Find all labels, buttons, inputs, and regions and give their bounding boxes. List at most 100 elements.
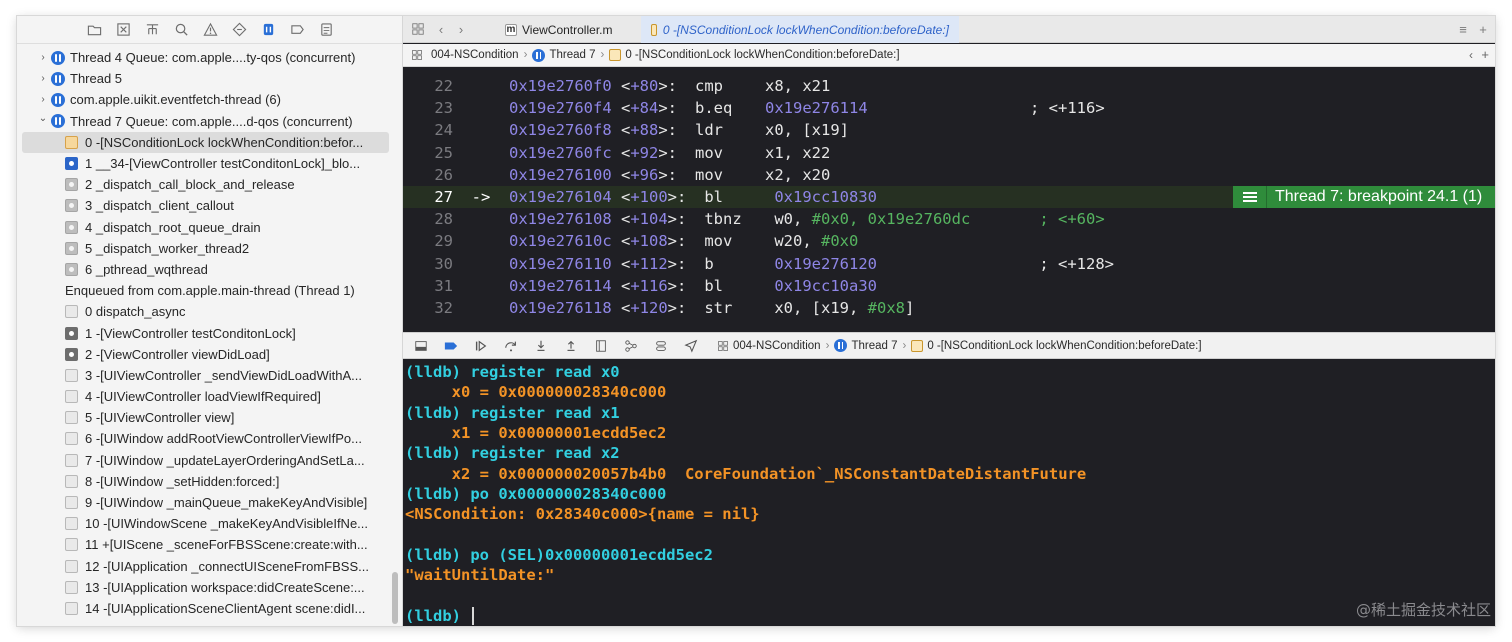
breakpoint-icon[interactable]	[290, 22, 305, 37]
stack-frame-row[interactable]: 13 -[UIApplication workspace:didCreateSc…	[17, 577, 389, 598]
tab-viewcontroller[interactable]: m ViewController.m	[495, 16, 625, 43]
breakpoint-annotation[interactable]: Thread 7: breakpoint 24.1 (1)	[1233, 186, 1495, 209]
environment-overrides-icon[interactable]	[653, 338, 668, 353]
grid-icon[interactable]	[411, 49, 423, 61]
navigator-scrollbar[interactable]	[392, 572, 398, 624]
code-line[interactable]: 30 0x19e276110 < +112 >: b 0x19e276120 ; <+128…	[403, 253, 1495, 275]
code-line[interactable]: 28 0x19e276108 < +104 >: tbnz w0, #0x0, 0x19e…	[403, 208, 1495, 230]
thread-icon	[51, 114, 65, 129]
stack-frame-row[interactable]: 1 __34-[ViewController testConditonLock]…	[17, 153, 389, 174]
hierarchy-icon[interactable]	[145, 22, 160, 37]
warning-icon[interactable]: ‹	[1469, 48, 1473, 62]
disassembly-view[interactable]: 22 0x19e2760f0 < +80 >: cmp x8, x21 23 0x19e276…	[403, 68, 1495, 330]
stack-frame-row[interactable]: 1 -[ViewController testConditonLock]	[17, 322, 389, 343]
stack-frame-row[interactable]: 0 -[NSConditionLock lockWhenCondition:be…	[22, 131, 389, 153]
thread-row[interactable]: › Thread 5	[17, 68, 389, 89]
mnemonic: b	[704, 254, 714, 273]
mnemonic: ldr	[695, 121, 723, 140]
hide-debug-area-icon[interactable]	[413, 338, 428, 353]
code-line[interactable]: 26 0x19e276100 < +96 >: mov x2, x20	[403, 164, 1495, 186]
debug-breadcrumb: 004-NSCondition › Thread 7 › 0 -[NSCondi…	[717, 339, 1202, 352]
jumpbar-thread[interactable]: Thread 7	[549, 49, 595, 61]
code-line[interactable]: 24 0x19e2760f8 < +88 >: ldr x0, [x19]	[403, 119, 1495, 141]
forward-chevron-icon[interactable]: ›	[453, 21, 469, 37]
add-editor-icon[interactable]: +	[1475, 21, 1491, 37]
navigator-toolbar	[17, 16, 402, 44]
stack-frame-row[interactable]: 3 -[UIViewController _sendViewDidLoadWit…	[17, 365, 389, 386]
lldb-prompt: (lldb)	[405, 484, 471, 503]
test-diamond-icon[interactable]	[232, 22, 247, 37]
stack-frame-row[interactable]: 9 -[UIWindow _mainQueue_makeKeyAndVisibl…	[17, 492, 389, 513]
add-icon[interactable]: +	[1481, 47, 1489, 62]
stack-frame-row[interactable]: 8 -[UIWindow _setHidden:forced:]	[17, 471, 389, 492]
editor-options-icon[interactable]: ≡	[1455, 21, 1471, 37]
comment: ; <+60>	[1039, 210, 1105, 229]
offset-open: <	[611, 232, 631, 251]
debugbar-thread[interactable]: Thread 7	[851, 340, 897, 352]
stack-frame-row[interactable]: 6 _pthread_wqthread	[17, 259, 389, 280]
thread-row[interactable]: › Thread 4 Queue: com.apple....ty-qos (co…	[17, 47, 389, 68]
stack-frame-row[interactable]: 5 _dispatch_worker_thread2	[17, 238, 389, 259]
chevron-right-icon[interactable]: ›	[37, 52, 49, 63]
step-out-icon[interactable]	[563, 338, 578, 353]
step-over-icon[interactable]	[503, 338, 518, 353]
debugbar-frame[interactable]: 0 -[NSConditionLock lockWhenCondition:be…	[927, 340, 1201, 352]
offset-close: >:	[658, 165, 677, 184]
grid-icon[interactable]	[410, 21, 426, 37]
thread-icon	[834, 339, 848, 352]
stack-frame-row[interactable]: 14 -[UIApplicationSceneClientAgent scene…	[17, 598, 389, 619]
stack-frame-row[interactable]: 2 -[ViewController viewDidLoad]	[17, 344, 389, 365]
view-hierarchy-icon[interactable]	[593, 338, 608, 353]
stack-frame-row[interactable]: 4 _dispatch_root_queue_drain	[17, 217, 389, 238]
instruction-offset: +80	[630, 77, 659, 96]
breakpoints-toggle-icon[interactable]	[443, 338, 458, 353]
stack-frame-row[interactable]: 7 -[UIWindow _updateLayerOrderingAndSetL…	[17, 450, 389, 471]
console-line: (lldb) register read x1	[405, 403, 620, 423]
source-control-icon[interactable]	[116, 22, 131, 37]
step-into-icon[interactable]	[533, 338, 548, 353]
frame-label: 2 -[ViewController viewDidLoad]	[85, 346, 270, 362]
code-line[interactable]: 32 0x19e276118 < +120 >: str x0, [x19, #0x8]	[403, 297, 1495, 319]
stack-frame-row[interactable]: 12 -[UIApplication _connectUISceneFromFB…	[17, 556, 389, 577]
instruction-offset: +116	[630, 276, 668, 295]
jumpbar-project[interactable]: 004-NSCondition	[431, 49, 519, 61]
thread-label: Thread 4 Queue: com.apple....ty-qos (con…	[70, 50, 356, 66]
stack-frame-row[interactable]: 11 +[UIScene _sceneForFBSScene:create:wi…	[17, 534, 389, 555]
stack-frame-row[interactable]: 10 -[UIWindowScene _makeKeyAndVisibleIfN…	[17, 513, 389, 534]
stack-frame-row[interactable]: 0 dispatch_async	[17, 301, 389, 322]
list-icon[interactable]	[1233, 186, 1267, 209]
warning-icon[interactable]	[202, 22, 218, 37]
chevron-right-icon[interactable]: ›	[37, 94, 49, 105]
code-line[interactable]: 27 -> 0x19e276104 < +100 >: bl 0x19cc10830 Thre…	[403, 186, 1495, 209]
thread-row[interactable]: › com.apple.uikit.eventfetch-thread (6)	[17, 89, 389, 110]
search-icon[interactable]	[174, 22, 189, 37]
folder-icon[interactable]	[87, 22, 102, 37]
stack-frame-row[interactable]: 3 _dispatch_client_callout	[17, 195, 389, 216]
stack-frame-row[interactable]: 6 -[UIWindow addRootViewControllerViewIf…	[17, 428, 389, 449]
jumpbar-frame[interactable]: 0 -[NSConditionLock lockWhenCondition:be…	[625, 49, 899, 61]
code-line[interactable]: 25 0x19e2760fc < +92 >: mov x1, x22	[403, 142, 1495, 164]
stack-frame-row[interactable]: 5 -[UIViewController view]	[17, 407, 389, 428]
debugbar-project[interactable]: 004-NSCondition	[733, 340, 821, 352]
report-icon[interactable]	[319, 22, 334, 37]
code-line[interactable]: 29 0x19e27610c < +108 >: mov w20, #0x0	[403, 230, 1495, 252]
frame-icon	[65, 241, 78, 255]
continue-icon[interactable]	[473, 338, 488, 353]
simulate-location-icon[interactable]	[683, 338, 698, 353]
stack-frame-row[interactable]: 2 _dispatch_call_block_and_release	[17, 174, 389, 195]
chevron-right-icon[interactable]: ›	[37, 73, 49, 84]
tab-disassembly[interactable]: 0 -[NSConditionLock lockWhenCondition:be…	[641, 16, 959, 43]
instruction-offset: +96	[630, 165, 659, 184]
code-line[interactable]: 23 0x19e2760f4 < +84 >: b.eq 0x19e276114 ; <+1…	[403, 97, 1495, 119]
frame-icon	[65, 220, 78, 234]
back-chevron-icon[interactable]: ‹	[433, 21, 449, 37]
code-line[interactable]: 22 0x19e2760f0 < +80 >: cmp x8, x21	[403, 75, 1495, 97]
memory-graph-icon[interactable]	[623, 338, 638, 353]
instruction-address: 0x19e276114	[509, 276, 612, 295]
code-line[interactable]: 31 0x19e276114 < +116 >: bl 0x19cc10a30	[403, 275, 1495, 297]
debug-icon[interactable]	[261, 22, 276, 37]
chevron-down-icon[interactable]: ⌄	[37, 113, 49, 124]
stack-frame-row[interactable]: 4 -[UIViewController loadViewIfRequired]	[17, 386, 389, 407]
thread-row[interactable]: ⌄ Thread 7 Queue: com.apple....d-qos (con…	[17, 111, 389, 132]
lldb-console[interactable]: @稀土掘金技术社区 (lldb) register read x0 x0 = 0…	[403, 360, 1495, 626]
